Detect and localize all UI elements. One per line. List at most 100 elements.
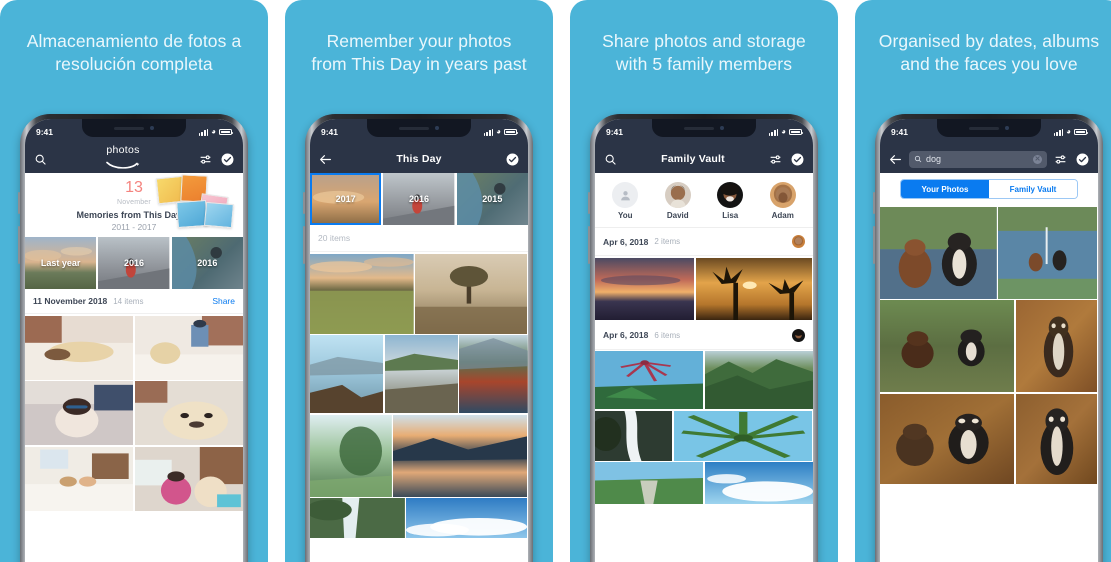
photo-grid: [595, 256, 813, 320]
wifi-icon: ◕: [1066, 127, 1071, 136]
back-arrow-icon[interactable]: [319, 153, 332, 166]
photo-thumbnail[interactable]: [25, 381, 133, 445]
tab-family-vault[interactable]: Family Vault: [989, 180, 1077, 198]
filter-icon[interactable]: [1054, 153, 1067, 166]
battery-icon: [789, 128, 804, 136]
memories-card[interactable]: 13 November Memories from This Day in 20…: [25, 173, 243, 237]
photo-thumbnail[interactable]: [880, 393, 1015, 484]
panel-caption: Organised by dates, albums and the faces…: [878, 31, 1100, 75]
check-circle-icon[interactable]: [791, 153, 804, 166]
year-tile-label: 2016: [197, 258, 218, 268]
status-bar: 9:41 ◕: [310, 119, 528, 145]
photo-thumbnail[interactable]: [406, 498, 528, 538]
family-member[interactable]: Adam: [769, 182, 796, 220]
photo-thumbnail[interactable]: [595, 351, 703, 409]
year-tile[interactable]: 2015: [456, 173, 528, 225]
check-circle-icon[interactable]: [506, 153, 519, 166]
photo-thumbnail[interactable]: [415, 253, 528, 334]
year-strip: 2017 2016 2015: [310, 173, 528, 225]
photo-thumbnail[interactable]: [595, 257, 695, 320]
family-member[interactable]: Lisa: [717, 182, 744, 220]
back-arrow-icon[interactable]: [889, 153, 902, 166]
search-icon[interactable]: [604, 153, 617, 166]
page-title: This Day: [396, 153, 442, 165]
search-icon[interactable]: [34, 153, 47, 166]
photo-thumbnail[interactable]: [459, 335, 528, 413]
photo-thumbnail[interactable]: [25, 446, 133, 511]
app-store-panel-2: Remember your photos from This Day in ye…: [285, 0, 553, 562]
status-time: 9:41: [36, 127, 54, 137]
photo-thumbnail[interactable]: [134, 381, 243, 445]
panel-caption: Share photos and storage with 5 family m…: [602, 31, 806, 75]
section-count: 2 items: [654, 237, 681, 246]
app-store-panel-3: Share photos and storage with 5 family m…: [570, 0, 838, 562]
app-store-panel-1: Almacenamiento de fotos a resolución com…: [0, 0, 268, 562]
front-camera-icon: [150, 126, 154, 130]
photo-thumbnail[interactable]: [1015, 393, 1098, 484]
check-circle-icon[interactable]: [221, 153, 234, 166]
year-tile[interactable]: Last year: [25, 237, 97, 289]
speaker-icon: [969, 126, 999, 130]
photo-thumbnail[interactable]: [695, 257, 813, 320]
check-circle-icon[interactable]: [1076, 153, 1089, 166]
nav-actions: [1054, 153, 1089, 166]
photo-thumbnail[interactable]: [880, 206, 997, 299]
clear-circle-icon[interactable]: ✕: [1033, 154, 1042, 164]
wifi-icon: ◕: [211, 127, 216, 136]
photo-thumbnail[interactable]: [595, 462, 703, 504]
status-indicators: ◕: [198, 127, 234, 136]
year-tile-label: 2016: [123, 258, 144, 268]
photo-thumbnail[interactable]: [384, 335, 458, 413]
photo-thumbnail[interactable]: [310, 335, 384, 413]
phone-screen: 9:41 ◕ dog ✕ Your Photos Family Vault: [880, 119, 1098, 562]
phone-mockup: 9:41 ◕ photos 13 November Memories from …: [18, 114, 248, 562]
front-camera-icon: [720, 126, 724, 130]
share-link[interactable]: Share: [212, 296, 235, 306]
filter-icon[interactable]: [199, 153, 212, 166]
section-count: 14 items: [113, 296, 144, 306]
photo-thumbnail[interactable]: [673, 410, 813, 461]
speaker-icon: [399, 126, 429, 130]
photo-thumbnail[interactable]: [134, 315, 243, 380]
photo-thumbnail[interactable]: [310, 253, 414, 334]
avatar: [769, 182, 796, 208]
avatar-placeholder-icon: [612, 182, 639, 208]
polaroid-sticker: [204, 201, 234, 229]
photo-thumbnail[interactable]: [134, 446, 243, 511]
photo-thumbnail[interactable]: [25, 315, 133, 380]
polaroid-stickers: [155, 174, 239, 231]
nav-bar: photos: [25, 145, 243, 173]
avatar: [717, 182, 744, 208]
search-input[interactable]: dog ✕: [909, 150, 1047, 168]
photo-thumbnail[interactable]: [310, 498, 405, 538]
filter-icon[interactable]: [769, 153, 782, 166]
photo-thumbnail[interactable]: [393, 414, 528, 497]
photo-thumbnail[interactable]: [704, 462, 813, 504]
photo-thumbnail[interactable]: [704, 351, 813, 409]
photo-thumbnail[interactable]: [998, 206, 1098, 299]
photo-thumbnail[interactable]: [1015, 300, 1098, 392]
page-title: Family Vault: [661, 153, 725, 165]
photo-grid: [880, 205, 1098, 484]
tab-your-photos[interactable]: Your Photos: [901, 180, 989, 198]
cellular-signal-icon: [198, 128, 209, 136]
phone-mockup: 9:41 ◕ dog ✕ Your Photos Family Vault: [873, 114, 1103, 562]
family-member-name: You: [617, 211, 633, 220]
year-tile[interactable]: 2017: [310, 173, 382, 225]
status-time: 9:41: [891, 127, 909, 137]
front-camera-icon: [435, 126, 439, 130]
year-tile-label: 2015: [482, 194, 503, 204]
status-indicators: ◕: [768, 128, 804, 136]
speaker-icon: [684, 126, 714, 130]
year-tile[interactable]: 2016: [383, 173, 455, 225]
family-member[interactable]: David: [664, 182, 691, 220]
photo-thumbnail[interactable]: [595, 410, 673, 461]
family-member[interactable]: You: [612, 182, 639, 220]
photo-thumbnail[interactable]: [880, 300, 1015, 392]
year-tile[interactable]: 2016: [98, 237, 170, 289]
notch: [82, 119, 186, 137]
cellular-signal-icon: [768, 128, 779, 136]
photo-thumbnail[interactable]: [310, 414, 392, 497]
year-tile[interactable]: 2016: [171, 237, 243, 289]
status-bar: 9:41 ◕: [25, 119, 243, 145]
